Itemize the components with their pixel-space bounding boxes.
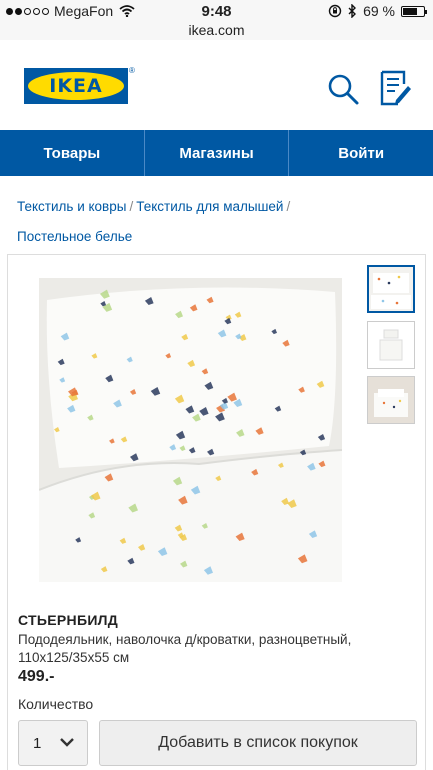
add-to-shopping-list-button[interactable]: Добавить в список покупок <box>99 720 417 766</box>
breadcrumb-bed-linen[interactable]: Постельное белье <box>17 229 132 244</box>
bedding-photo <box>39 278 342 582</box>
thumbnail-2[interactable] <box>367 321 415 369</box>
logo-text: IKEA <box>49 75 103 97</box>
quantity-select[interactable]: 1 <box>18 720 88 766</box>
thumbnail-1[interactable] <box>367 265 415 313</box>
thumbnail-3[interactable] <box>367 376 415 424</box>
product-name: СТЬЕРНБИЛД <box>18 612 119 628</box>
status-icons: 69 % <box>328 3 427 19</box>
rotation-lock-icon <box>328 4 342 18</box>
thumbnail-bedding-image <box>368 322 414 368</box>
battery-percent: 69 % <box>363 3 395 19</box>
battery-icon <box>401 5 427 17</box>
thumbnail-bedding-image <box>369 267 413 311</box>
breadcrumb-baby-textiles[interactable]: Текстиль для малышей <box>136 199 283 214</box>
thumbnail-bedding-image <box>368 377 414 423</box>
product-main-image[interactable] <box>39 278 342 582</box>
breadcrumb-separator: / <box>129 199 134 214</box>
quantity-value: 1 <box>33 734 42 752</box>
search-icon[interactable] <box>326 72 360 106</box>
breadcrumb: Текстиль и ковры / Текстиль для малышей / П… <box>17 192 422 252</box>
status-bar: MegaFon 9:48 69 % ikea.com <box>0 0 433 40</box>
site-header: IKEA ® <box>0 40 433 130</box>
bluetooth-icon <box>348 4 357 18</box>
breadcrumb-textiles[interactable]: Текстиль и ковры <box>17 199 126 214</box>
product-description: Пододеяльник, наволочка д/кроватки, разн… <box>18 632 352 665</box>
main-nav: Товары Магазины Войти <box>0 130 433 176</box>
chevron-down-icon <box>60 738 74 747</box>
product-price: 499.- <box>18 668 55 685</box>
ikea-logo[interactable]: IKEA <box>24 68 128 104</box>
breadcrumb-separator: / <box>286 199 291 214</box>
nav-stores[interactable]: Магазины <box>145 130 290 176</box>
nav-products[interactable]: Товары <box>0 130 145 176</box>
quantity-label: Количество <box>18 696 94 712</box>
shopping-list-icon[interactable] <box>378 70 412 108</box>
address-url[interactable]: ikea.com <box>0 22 433 38</box>
registered-mark: ® <box>129 66 135 75</box>
product-card: СТЬЕРНБИЛД Пододеяльник, наволочка д/кро… <box>7 254 426 770</box>
nav-login[interactable]: Войти <box>289 130 433 176</box>
